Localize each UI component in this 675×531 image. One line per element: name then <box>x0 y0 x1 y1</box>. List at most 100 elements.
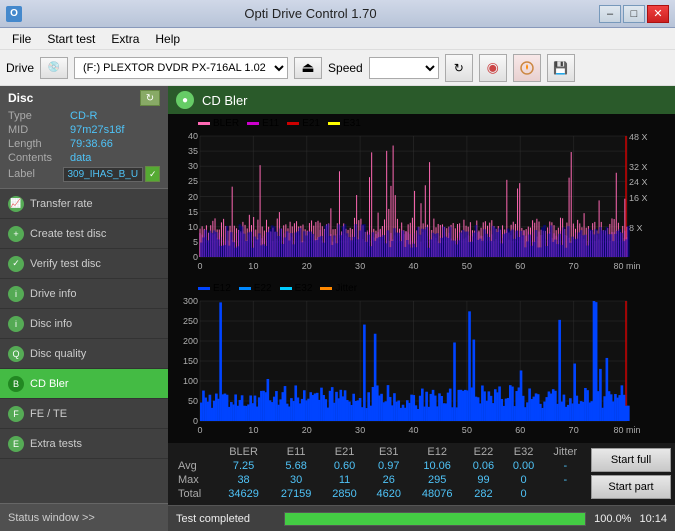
data-table: BLER E11 E21 E31 E12 E22 E32 Jitter Avg <box>172 445 587 501</box>
col-header-jitter: Jitter <box>544 445 587 459</box>
col-header-e32: E32 <box>504 445 544 459</box>
avg-e11: 5.68 <box>270 459 323 473</box>
maximize-button[interactable]: □ <box>623 5 645 23</box>
legend-e11: E11 <box>247 118 279 129</box>
disc-label-label: Label <box>8 168 63 180</box>
titlebar: O Opti Drive Control 1.70 – □ ✕ <box>0 0 675 28</box>
e12-label: E12 <box>213 283 231 294</box>
window-controls: – □ ✕ <box>599 5 669 23</box>
status-text: Test completed <box>176 513 276 525</box>
total-e32: 0 <box>504 487 544 501</box>
speed-label: Speed <box>328 61 363 75</box>
disc-quality-label: Disc quality <box>30 348 86 360</box>
sidebar-item-fe-te[interactable]: F FE / TE <box>0 399 168 429</box>
progress-text: 100.0% <box>594 513 631 525</box>
drive-select[interactable]: (F:) PLEXTOR DVDR PX-716AL 1.02 <box>74 57 288 79</box>
burn-button[interactable] <box>513 54 541 82</box>
avg-e32: 0.00 <box>504 459 544 473</box>
disc-quality-icon: Q <box>8 346 24 362</box>
disc-type-label: Type <box>8 110 70 122</box>
bler-color <box>198 122 210 125</box>
status-window-label: Status window >> <box>8 512 95 524</box>
minimize-button[interactable]: – <box>599 5 621 23</box>
disc-type-value: CD-R <box>70 110 98 122</box>
disc-contents-value: data <box>70 152 91 164</box>
sidebar: Disc ↻ Type CD-R MID 97m27s18f Length 79… <box>0 86 168 531</box>
e22-label: E22 <box>254 283 272 294</box>
disc-info-icon: i <box>8 316 24 332</box>
e22-color <box>239 287 251 290</box>
time-display: 10:14 <box>639 513 667 525</box>
e31-label: E31 <box>343 118 361 129</box>
menu-file[interactable]: File <box>4 30 39 48</box>
disc-info-label: Disc info <box>30 318 72 330</box>
total-label: Total <box>172 487 217 501</box>
sidebar-item-extra-tests[interactable]: E Extra tests <box>0 429 168 459</box>
speed-select[interactable] <box>369 57 439 79</box>
jitter-label: Jitter <box>335 283 357 294</box>
max-bler: 38 <box>217 473 270 487</box>
disc-label-confirm-button[interactable]: ✓ <box>145 166 160 182</box>
menu-help[interactable]: Help <box>147 30 188 48</box>
start-part-button[interactable]: Start part <box>591 475 671 499</box>
sidebar-item-transfer-rate[interactable]: 📈 Transfer rate <box>0 189 168 219</box>
drive-info-label: Drive info <box>30 288 76 300</box>
sidebar-item-cd-bler[interactable]: B CD Bler <box>0 369 168 399</box>
avg-jitter: - <box>544 459 587 473</box>
avg-bler: 7.25 <box>217 459 270 473</box>
max-e12: 295 <box>411 473 464 487</box>
max-e11: 30 <box>270 473 323 487</box>
start-full-button[interactable]: Start full <box>591 448 671 472</box>
legend-e31: E31 <box>328 118 361 129</box>
lower-chart-canvas <box>168 279 675 443</box>
col-header-e22: E22 <box>463 445 503 459</box>
drive-icon-btn: 💿 <box>40 57 68 79</box>
close-button[interactable]: ✕ <box>647 5 669 23</box>
sidebar-item-disc-info[interactable]: i Disc info <box>0 309 168 339</box>
legend-e32: E32 <box>280 283 313 294</box>
disc-length-label: Length <box>8 138 70 150</box>
disc-title: Disc <box>8 91 33 105</box>
legend-e12: E12 <box>198 283 231 294</box>
eject-button[interactable]: ⏏ <box>294 57 322 79</box>
chart-header: ● CD Bler <box>168 86 675 114</box>
lower-chart-legend: E12 E22 E32 Jitter <box>198 283 357 294</box>
max-e21: 11 <box>322 473 366 487</box>
disc-contents-label: Contents <box>8 152 70 164</box>
avg-label: Avg <box>172 459 217 473</box>
menu-start-test[interactable]: Start test <box>39 30 103 48</box>
cd-bler-label: CD Bler <box>30 378 69 390</box>
total-e11: 27159 <box>270 487 323 501</box>
sidebar-item-verify-test-disc[interactable]: ✓ Verify test disc <box>0 249 168 279</box>
total-e22: 282 <box>463 487 503 501</box>
status-window-button[interactable]: Status window >> <box>0 503 168 531</box>
buttons-container: Start full Start part <box>587 445 671 501</box>
sidebar-item-disc-quality[interactable]: Q Disc quality <box>0 339 168 369</box>
upper-chart: BLER E11 E21 E31 <box>168 114 675 279</box>
transfer-rate-icon: 📈 <box>8 196 24 212</box>
save-button[interactable]: 💾 <box>547 54 575 82</box>
e21-label: E21 <box>302 118 320 129</box>
legend-e21: E21 <box>287 118 320 129</box>
menubar: File Start test Extra Help <box>0 28 675 50</box>
extra-tests-label: Extra tests <box>30 438 82 450</box>
avg-e12: 10.06 <box>411 459 464 473</box>
table-container: BLER E11 E21 E31 E12 E22 E32 Jitter Avg <box>172 445 587 501</box>
menu-extra[interactable]: Extra <box>103 30 147 48</box>
col-header-e11: E11 <box>270 445 323 459</box>
disc-refresh-button[interactable]: ↻ <box>140 90 160 106</box>
sidebar-item-drive-info[interactable]: i Drive info <box>0 279 168 309</box>
col-header-e31: E31 <box>367 445 411 459</box>
verify-test-disc-icon: ✓ <box>8 256 24 272</box>
e11-color <box>247 122 259 125</box>
sidebar-item-create-test-disc[interactable]: + Create test disc <box>0 219 168 249</box>
disc-label-input[interactable] <box>63 167 143 182</box>
table-row-total: Total 34629 27159 2850 4620 48076 282 0 <box>172 487 587 501</box>
create-test-disc-icon: + <box>8 226 24 242</box>
jitter-color <box>320 287 332 290</box>
refresh-button[interactable]: ↻ <box>445 54 473 82</box>
disc-mid-label: MID <box>8 124 70 136</box>
total-e21: 2850 <box>322 487 366 501</box>
max-label: Max <box>172 473 217 487</box>
erase-button[interactable]: ◉ <box>479 54 507 82</box>
